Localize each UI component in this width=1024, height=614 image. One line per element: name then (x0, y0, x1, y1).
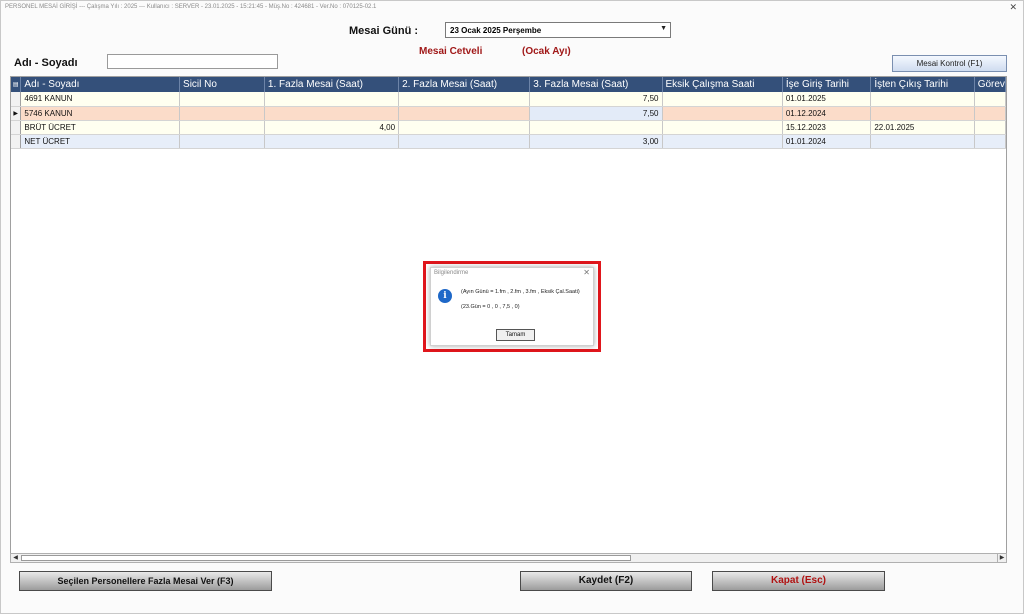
date-select[interactable]: 23 Ocak 2025 Perşembe ▼ (445, 22, 671, 38)
cell[interactable] (974, 106, 1006, 121)
name-input[interactable] (107, 54, 278, 69)
table-row[interactable]: ▶ 5746 KANUN 7,50 01.12.2024 (11, 106, 1006, 121)
cell[interactable] (264, 92, 400, 107)
cell[interactable] (662, 134, 783, 149)
grid-corner[interactable]: ▤ (11, 77, 22, 92)
kapat-button[interactable]: Kapat (Esc) (712, 571, 885, 591)
cell[interactable] (974, 134, 1006, 149)
date-value: 23 Ocak 2025 Perşembe (450, 26, 542, 35)
table-row[interactable]: NET ÜCRET 3,00 01.01.2024 (11, 134, 1006, 149)
name-label: Adı - Soyadı (14, 57, 78, 69)
date-label: Mesai Günü : (349, 25, 419, 37)
fazla-mesai-ver-button[interactable]: Seçilen Personellere Fazla Mesai Ver (F3… (19, 571, 272, 591)
cell[interactable]: 4,00 (264, 120, 400, 135)
cell[interactable]: BRÜT ÜCRET (20, 120, 181, 135)
cell[interactable] (870, 106, 975, 121)
cell[interactable]: 01.01.2025 (782, 92, 872, 107)
cell[interactable]: 22.01.2025 (870, 120, 975, 135)
grid-header: ▤ Adı - Soyadı Sicil No 1. Fazla Mesai (… (11, 77, 1006, 92)
mesai-kontrol-button[interactable]: Mesai Kontrol (F1) (892, 55, 1007, 72)
cell[interactable] (398, 92, 531, 107)
cell[interactable] (264, 106, 400, 121)
cell[interactable]: 5746 KANUN (20, 106, 181, 121)
cell[interactable] (264, 134, 400, 149)
cell[interactable]: 01.01.2024 (782, 134, 872, 149)
dialog-message-line1: (Ayın Günü = 1.fm , 2.fm , 3.fm , Eksik … (461, 289, 580, 295)
cell[interactable] (974, 92, 1006, 107)
cell[interactable]: 7,50 (529, 92, 663, 107)
current-row-indicator-icon[interactable]: ▶ (11, 106, 22, 121)
info-dialog: Bilgilendirme ✕ i (Ayın Günü = 1.fm , 2.… (430, 267, 594, 346)
cell[interactable] (398, 120, 531, 135)
cell[interactable]: 3,00 (529, 134, 663, 149)
col-header[interactable]: İşe Giriş Tarihi (782, 77, 872, 92)
dialog-message-line2: (23.Gün = 0 , 0 , 7,5 , 0) (461, 304, 520, 310)
table-row[interactable]: 4691 KANUN 7,50 01.01.2025 (11, 92, 1006, 107)
cell[interactable] (179, 120, 265, 135)
col-header[interactable]: Eksik Çalışma Saati (662, 77, 783, 92)
col-header[interactable]: Görev (974, 77, 1006, 92)
cell[interactable] (974, 120, 1006, 135)
table-row[interactable]: BRÜT ÜCRET 4,00 15.12.2023 22.01.2025 (11, 120, 1006, 135)
col-header[interactable]: 1. Fazla Mesai (Saat) (264, 77, 400, 92)
cell[interactable] (870, 92, 975, 107)
col-header[interactable]: İşten Çıkış Tarihi (870, 77, 975, 92)
dialog-close-icon[interactable]: ✕ (583, 268, 590, 277)
cell[interactable]: 4691 KANUN (20, 92, 181, 107)
col-header[interactable]: Sicil No (179, 77, 265, 92)
info-icon: i (438, 289, 452, 303)
col-header[interactable]: Adı - Soyadı (20, 77, 181, 92)
cell[interactable]: 01.12.2024 (782, 106, 872, 121)
tamam-button[interactable]: Tamam (496, 329, 535, 341)
month-title: (Ocak Ayı) (522, 46, 571, 57)
scroll-right-icon[interactable]: ▶ (997, 554, 1006, 562)
horizontal-scrollbar[interactable]: ◀ ▶ (10, 553, 1007, 563)
cell[interactable] (662, 92, 783, 107)
dialog-highlight-frame: Bilgilendirme ✕ i (Ayın Günü = 1.fm , 2.… (423, 261, 601, 352)
cell[interactable] (398, 134, 531, 149)
scroll-thumb[interactable] (21, 555, 631, 561)
cell[interactable]: NET ÜCRET (20, 134, 181, 149)
cell[interactable] (529, 120, 663, 135)
cell[interactable] (398, 106, 531, 121)
cell[interactable] (179, 134, 265, 149)
kaydet-button[interactable]: Kaydet (F2) (520, 571, 692, 591)
row-indicator[interactable] (11, 120, 22, 135)
col-header[interactable]: 2. Fazla Mesai (Saat) (398, 77, 531, 92)
cell[interactable] (179, 92, 265, 107)
mesai-window: PERSONEL MESAİ GİRİŞİ --- Çalışma Yılı :… (0, 0, 1024, 614)
window-close-icon[interactable]: ✕ (1009, 2, 1017, 13)
chevron-down-icon[interactable]: ▼ (660, 25, 667, 32)
row-indicator[interactable] (11, 134, 22, 149)
window-title: PERSONEL MESAİ GİRİŞİ --- Çalışma Yılı :… (5, 4, 377, 10)
col-header[interactable]: 3. Fazla Mesai (Saat) (529, 77, 663, 92)
cetveli-title: Mesai Cetveli (419, 46, 483, 57)
cell[interactable] (870, 134, 975, 149)
cell[interactable] (662, 106, 783, 121)
dialog-title: Bilgilendirme (434, 270, 469, 276)
row-indicator[interactable] (11, 92, 22, 107)
cell[interactable]: 15.12.2023 (782, 120, 872, 135)
cell[interactable]: 7,50 (529, 106, 663, 121)
cell[interactable] (179, 106, 265, 121)
scroll-left-icon[interactable]: ◀ (11, 554, 20, 562)
cell[interactable] (662, 120, 783, 135)
